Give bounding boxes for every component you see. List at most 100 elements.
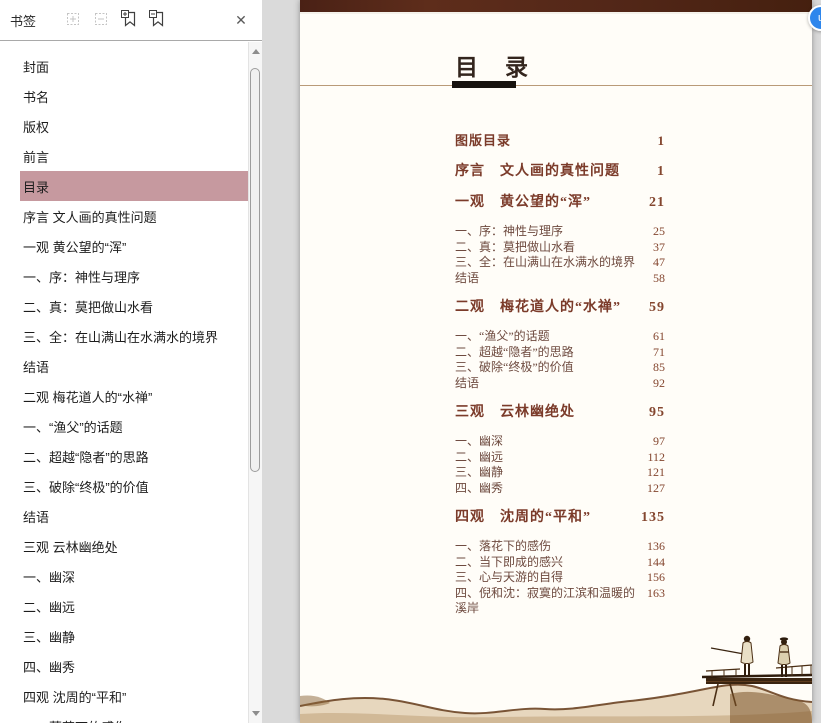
- toc-sub-title: 一、落花下的感伤: [455, 539, 552, 553]
- toc-sub-page-number: 97: [653, 434, 665, 448]
- toc-sub-title: 二、当下即成的感兴: [455, 554, 564, 569]
- remove-bookmark-button[interactable]: [146, 9, 168, 31]
- toc-sub-row[interactable]: 二、超越“隐者”的思路 71: [455, 345, 665, 361]
- close-icon: ✕: [235, 11, 247, 28]
- toc-sub-title: 结语: [455, 375, 480, 390]
- bookmarks-panel-title: 书签: [10, 13, 37, 29]
- toc-sub-title: 一、“渔父”的话题: [455, 329, 550, 343]
- toc-section-page-number: 21: [649, 195, 665, 210]
- toc-sub-row[interactable]: 三、全：在山满山在水满水的境界 47: [455, 255, 665, 271]
- title-rule-thin: [300, 85, 812, 86]
- bookmark-item[interactable]: 三、破除“终极”的价值: [20, 471, 248, 501]
- bookmark-item[interactable]: 前言: [20, 141, 248, 171]
- toc-sub-page-number: 85: [653, 360, 665, 374]
- toc-sub-group: 一、幽深 97 二、幽远 112 三、幽静 121 四、幽秀 127: [455, 434, 665, 496]
- toc-sub-group: 一、序：神性与理序 25 二、真：莫把做山水看 37 三、全：在山满山在水满水的…: [455, 224, 665, 286]
- toc-section-page-number: 1: [657, 164, 665, 179]
- bookmark-item[interactable]: 三、幽静: [20, 621, 248, 651]
- close-panel-button[interactable]: ✕: [230, 9, 252, 31]
- toc-section-title: 四观 沈周的“平和”: [455, 510, 591, 525]
- bookmark-item[interactable]: 结语: [20, 351, 248, 381]
- bookmark-item[interactable]: 二、真：莫把做山水看: [20, 291, 248, 321]
- toc-sub-row[interactable]: 二、当下即成的感兴 144: [455, 555, 665, 571]
- toc-sub-row[interactable]: 结语 58: [455, 271, 665, 287]
- expand-all-button[interactable]: [62, 9, 84, 31]
- expand-all-icon: [64, 10, 82, 31]
- sidebar-scrollbar[interactable]: [248, 42, 262, 723]
- toc-sub-page-number: 121: [647, 465, 665, 479]
- toc-sub-page-number: 58: [653, 270, 665, 285]
- bookmark-item[interactable]: 一、幽深: [20, 561, 248, 591]
- bookmark-item[interactable]: 一、序：神性与理序: [20, 261, 248, 291]
- bookmark-item[interactable]: 一、“渔父”的话题: [20, 411, 248, 441]
- bookmark-item[interactable]: 一、落花下的感伤: [20, 711, 248, 723]
- toc-section-title: 二观 梅花道人的“水禅”: [455, 300, 621, 315]
- add-bookmark-button[interactable]: [118, 9, 140, 31]
- bookmark-item[interactable]: 目录: [20, 171, 248, 201]
- toc-sub-page-number: 127: [647, 480, 665, 495]
- toc-sub-page-number: 25: [653, 224, 665, 238]
- bookmarks-toolbar: 书签 ✕: [0, 0, 262, 41]
- toc-sub-row[interactable]: 三、破除“终极”的价值 85: [455, 360, 665, 376]
- bookmark-item[interactable]: 版权: [20, 111, 248, 141]
- bookmark-item[interactable]: 二观 梅花道人的“水禅”: [20, 381, 248, 411]
- toc-sub-group: 一、落花下的感伤 136 二、当下即成的感兴 144 三、心与天游的自得 156…: [455, 539, 665, 617]
- toc-sub-row[interactable]: 四、幽秀 127: [455, 481, 665, 497]
- toc-sub-row[interactable]: 二、幽远 112: [455, 450, 665, 466]
- toc-sub-page-number: 136: [647, 539, 665, 553]
- toc-section-row[interactable]: 序言 文人画的真性问题 1: [455, 163, 665, 181]
- collapse-all-button[interactable]: [90, 9, 112, 31]
- bookmark-item[interactable]: 一观 黄公望的“浑”: [20, 231, 248, 261]
- toc-sub-title: 三、破除“终极”的价值: [455, 360, 574, 374]
- toc-sub-title: 一、序：神性与理序: [455, 224, 564, 238]
- previous-page-edge: [300, 0, 812, 14]
- toc-sub-page-number: 156: [647, 570, 665, 584]
- toc-section-row[interactable]: 一观 黄公望的“浑” 21: [455, 194, 665, 212]
- bookmark-item[interactable]: 二、幽远: [20, 591, 248, 621]
- toc-sub-row[interactable]: 一、落花下的感伤 136: [455, 539, 665, 555]
- toc-sub-row[interactable]: 结语 92: [455, 376, 665, 392]
- bookmark-item[interactable]: 序言 文人画的真性问题: [20, 201, 248, 231]
- bookmark-item[interactable]: 四、幽秀: [20, 651, 248, 681]
- remove-bookmark-icon: [148, 9, 167, 31]
- toc-sub-row[interactable]: 三、心与天游的自得 156: [455, 570, 665, 586]
- toc-sub-page-number: 37: [653, 239, 665, 254]
- toc-sub-page-number: 47: [653, 255, 665, 269]
- bookmark-item[interactable]: 封面: [20, 51, 248, 81]
- toc-section-title: 图版目录: [455, 133, 512, 148]
- toc-section-page-number: 1: [657, 133, 665, 148]
- bookmark-item[interactable]: 四观 沈周的“平和”: [20, 681, 248, 711]
- bookmark-item[interactable]: 二、超越“隐者”的思路: [20, 441, 248, 471]
- toc-sub-page-number: 71: [653, 344, 665, 359]
- toc-sub-title: 二、超越“隐者”的思路: [455, 344, 574, 359]
- toc-sub-title: 结语: [455, 270, 480, 285]
- sidebar-scrollbar-thumb[interactable]: [250, 68, 260, 472]
- toc-sub-title: 三、幽静: [455, 465, 504, 479]
- toc-section-row[interactable]: 图版目录 1: [455, 132, 665, 150]
- toc-section-page-number: 59: [649, 300, 665, 315]
- collapse-all-icon: [92, 10, 110, 31]
- toc-section-row[interactable]: 三观 云林幽绝处 95: [455, 404, 665, 422]
- bookmark-item[interactable]: 书名: [20, 81, 248, 111]
- toc-section-page-number: 95: [649, 405, 665, 420]
- add-bookmark-icon: [120, 9, 139, 31]
- page-title: 目 录: [455, 55, 530, 80]
- toc-sub-row[interactable]: 二、真：莫把做山水看 37: [455, 240, 665, 256]
- toc-sub-row[interactable]: 一、“渔父”的话题 61: [455, 329, 665, 345]
- toc-sub-row[interactable]: 三、幽静 121: [455, 465, 665, 481]
- title-rule-thick: [452, 81, 516, 88]
- toc-section-title: 序言 文人画的真性问题: [455, 164, 620, 179]
- bookmark-item[interactable]: 结语: [20, 501, 248, 531]
- toc-section-row[interactable]: 四观 沈周的“平和” 135: [455, 509, 665, 527]
- scroll-down-icon[interactable]: [252, 711, 260, 716]
- toc-section-row[interactable]: 二观 梅花道人的“水禅” 59: [455, 299, 665, 317]
- toc-sub-row[interactable]: 一、序：神性与理序 25: [455, 224, 665, 240]
- toc-sub-row[interactable]: 一、幽深 97: [455, 434, 665, 450]
- bookmark-item[interactable]: 三、全：在山满山在水满水的境界: [20, 321, 248, 351]
- bookmark-item[interactable]: 三观 云林幽绝处: [20, 531, 248, 561]
- scroll-up-icon[interactable]: [252, 49, 260, 54]
- toc-sub-page-number: 92: [653, 375, 665, 390]
- footer-ink-painting: [300, 635, 812, 723]
- toc-sub-page-number: 112: [647, 449, 665, 464]
- document-area: 目 录 图版目录 1 序言 文人画的真性问题 1 一观 黄公望的“浑” 21 一…: [262, 0, 821, 723]
